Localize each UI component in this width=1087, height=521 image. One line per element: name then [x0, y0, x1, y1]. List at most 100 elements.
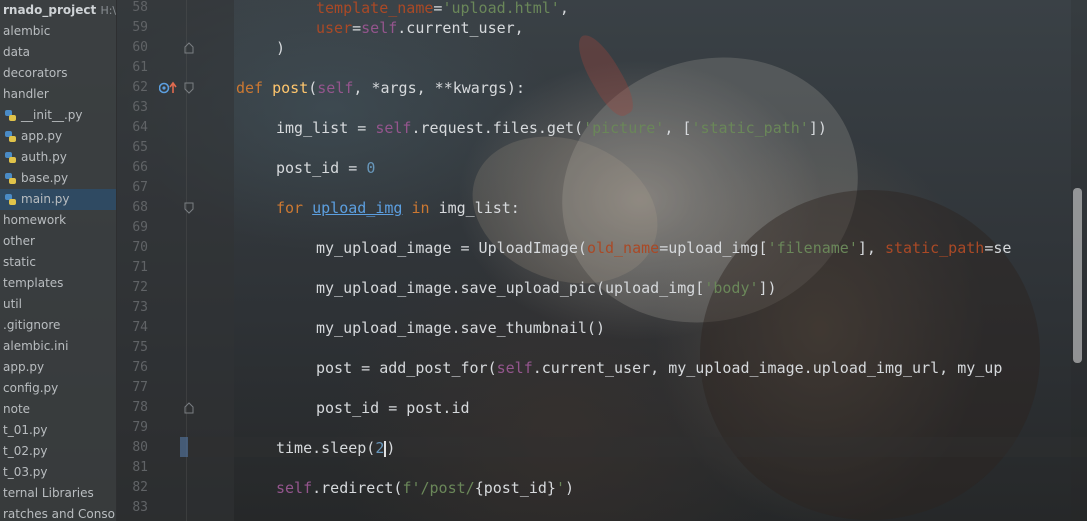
- tree-item[interactable]: util: [0, 294, 116, 315]
- tree-item-label: note: [3, 402, 31, 416]
- tree-item-label: handler: [3, 87, 49, 101]
- tree-item[interactable]: decorators: [0, 63, 116, 84]
- line-number: 81: [132, 460, 148, 475]
- code-line-78: post_id = post.id: [316, 399, 470, 417]
- project-path: H:\T: [100, 4, 117, 17]
- tree-item[interactable]: __init__.py: [0, 105, 116, 126]
- line-number: 68: [132, 200, 148, 215]
- fold-for-icon[interactable]: [184, 202, 194, 214]
- tree-item-label: __init__.py: [21, 108, 83, 122]
- tree-item-label: data: [3, 45, 31, 59]
- tree-item-label: config.py: [3, 381, 59, 395]
- tree-item[interactable]: ratches and Consoles: [0, 504, 116, 521]
- code-line-76: post = add_post_for(self.current_user, m…: [316, 359, 1003, 377]
- fold-for-end-icon[interactable]: [184, 402, 194, 414]
- tree-item-label: ratches and Consoles: [3, 507, 116, 521]
- line-number: 59: [132, 20, 148, 35]
- code-line-58: template_name='upload.html',: [316, 0, 569, 17]
- tree-item-label: app.py: [21, 129, 63, 143]
- line-number: 69: [132, 220, 148, 235]
- tree-item[interactable]: app.py: [0, 357, 116, 378]
- tree-item[interactable]: auth.py: [0, 147, 116, 168]
- tree-item-label: static: [3, 255, 36, 269]
- tree-item[interactable]: t_02.py: [0, 441, 116, 462]
- tree-item-label: main.py: [21, 192, 70, 206]
- python-file-icon: [5, 131, 16, 142]
- code-line-60: ): [276, 39, 286, 57]
- code-line-72: my_upload_image.save_upload_pic(upload_i…: [316, 279, 777, 297]
- line-number: 63: [132, 100, 148, 115]
- tree-item-label: t_02.py: [3, 444, 48, 458]
- tree-item[interactable]: data: [0, 42, 116, 63]
- code-line-66: post_id = 0: [276, 159, 376, 177]
- tree-item[interactable]: note: [0, 399, 116, 420]
- line-number: 58: [132, 0, 148, 15]
- line-number: 83: [132, 500, 148, 515]
- tree-item-label: util: [3, 297, 22, 311]
- fold-method-icon[interactable]: [184, 82, 194, 94]
- tree-item[interactable]: main.py: [0, 189, 116, 210]
- code-line-62: def post(self, *args, **kwargs):: [236, 79, 525, 97]
- code-line-68: for upload_img in img_list:: [276, 199, 520, 217]
- tree-item-label: t_03.py: [3, 465, 48, 479]
- line-number: 76: [132, 360, 148, 375]
- line-number: 71: [132, 260, 148, 275]
- python-file-icon: [5, 194, 16, 205]
- tree-item[interactable]: static: [0, 252, 116, 273]
- code-line-80: time.sleep(2): [276, 439, 396, 457]
- tree-item[interactable]: app.py: [0, 126, 116, 147]
- line-number: 79: [132, 420, 148, 435]
- line-number: 77: [132, 380, 148, 395]
- python-file-icon: [5, 173, 16, 184]
- tree-item[interactable]: config.py: [0, 378, 116, 399]
- tree-item-label: .gitignore: [3, 318, 61, 332]
- project-root[interactable]: rnado_project H:\T: [0, 0, 116, 21]
- scrollbar-thumb[interactable]: [1073, 188, 1082, 363]
- fold-end-icon[interactable]: [184, 42, 194, 54]
- tree-item[interactable]: .gitignore: [0, 315, 116, 336]
- tree-item[interactable]: alembic.ini: [0, 336, 116, 357]
- tree-item[interactable]: t_01.py: [0, 420, 116, 441]
- line-number: 66: [132, 160, 148, 175]
- tree-item-label: templates: [3, 276, 64, 290]
- tree-item-label: auth.py: [21, 150, 67, 164]
- tree-item[interactable]: t_03.py: [0, 462, 116, 483]
- change-marker: [180, 437, 188, 457]
- line-number: 60: [132, 40, 148, 55]
- line-number: 62: [132, 80, 148, 95]
- line-number: 61: [132, 60, 148, 75]
- tree-item-label: app.py: [3, 360, 45, 374]
- line-number: 64: [132, 120, 148, 135]
- python-file-icon: [5, 110, 16, 121]
- line-number: 70: [132, 240, 148, 255]
- line-number: 78: [132, 400, 148, 415]
- tree-item-label: alembic.ini: [3, 339, 69, 353]
- python-file-icon: [5, 152, 16, 163]
- override-method-icon[interactable]: [159, 81, 181, 95]
- tree-item-label: base.py: [21, 171, 69, 185]
- tree-item[interactable]: base.py: [0, 168, 116, 189]
- line-number: 80: [132, 440, 148, 455]
- code-line-82: self.redirect(f'/post/{post_id}'): [276, 479, 575, 497]
- line-number: 74: [132, 320, 148, 335]
- tree-item[interactable]: alembic: [0, 21, 116, 42]
- tree-item[interactable]: templates: [0, 273, 116, 294]
- tree-item-label: t_01.py: [3, 423, 48, 437]
- line-number: 72: [132, 280, 148, 295]
- tree-item-label: alembic: [3, 24, 51, 38]
- tree-item-label: ternal Libraries: [3, 486, 94, 500]
- line-number: 67: [132, 180, 148, 195]
- tree-item[interactable]: other: [0, 231, 116, 252]
- tree-item[interactable]: handler: [0, 84, 116, 105]
- project-name: rnado_project: [3, 3, 97, 17]
- code-line-70: my_upload_image = UploadImage(old_name=u…: [316, 239, 1012, 257]
- line-number: 73: [132, 300, 148, 315]
- tree-item[interactable]: ternal Libraries: [0, 483, 116, 504]
- line-number: 82: [132, 480, 148, 495]
- tree-item-label: homework: [3, 213, 67, 227]
- tree-item[interactable]: homework: [0, 210, 116, 231]
- tree-item-label: other: [3, 234, 35, 248]
- line-number: 75: [132, 340, 148, 355]
- code-line-64: img_list = self.request.files.get('pictu…: [276, 119, 827, 137]
- project-tree[interactable]: rnado_project H:\T alembic data decorators…: [0, 0, 117, 521]
